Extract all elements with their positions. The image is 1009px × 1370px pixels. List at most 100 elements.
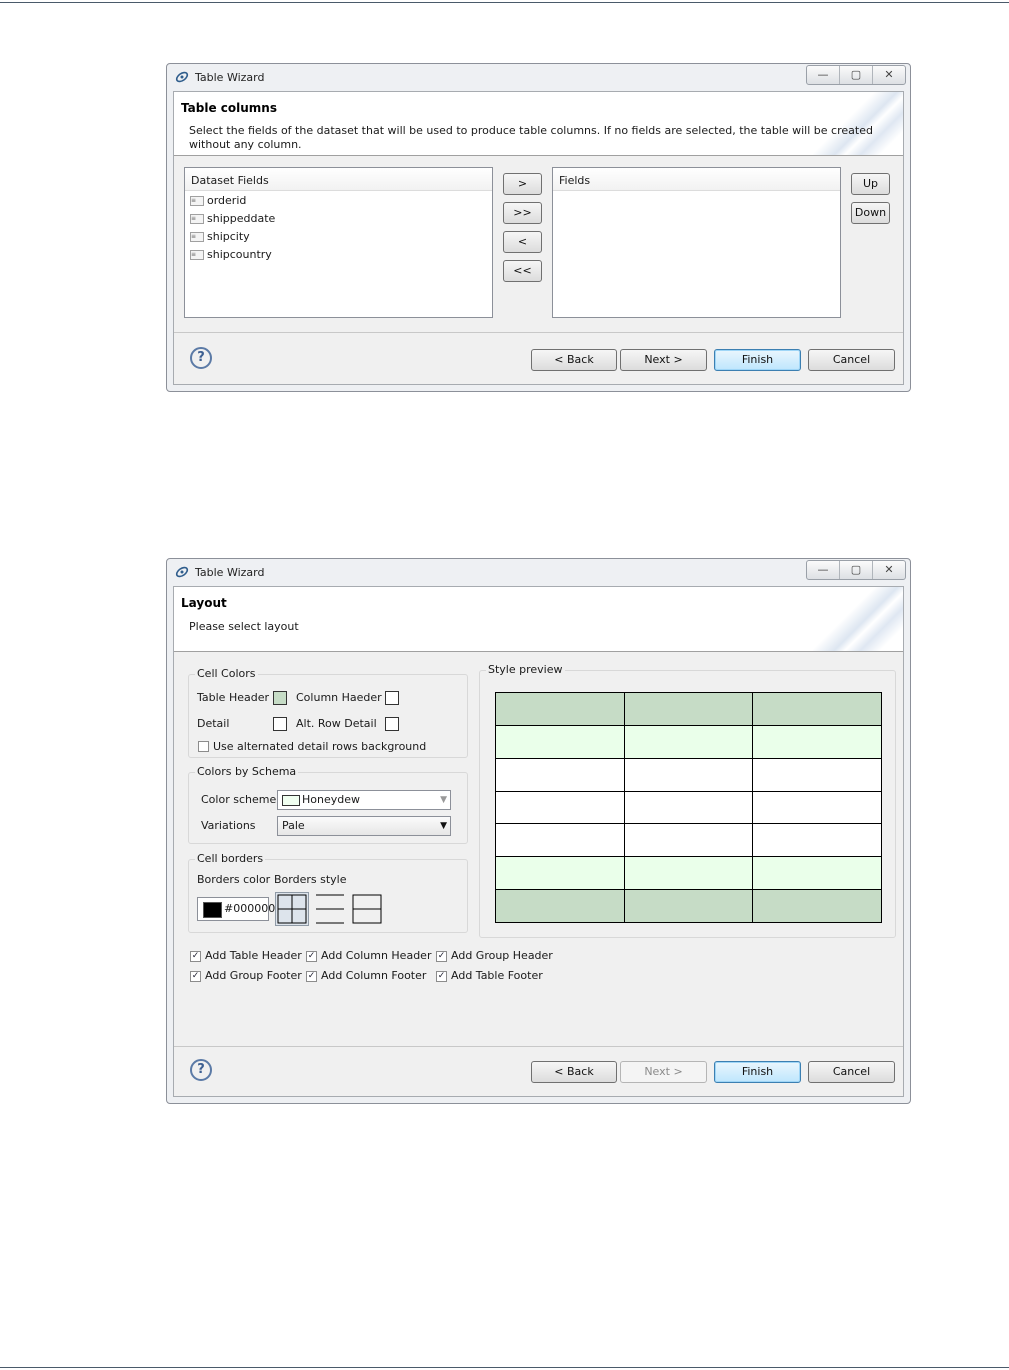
preview-row-header [495,692,882,726]
add-group-header-label: Add Group Header [451,949,553,962]
preview-cell [752,724,882,759]
title-bar: Table Wizard — ▢ ✕ [167,64,910,90]
app-logo-icon [175,566,189,578]
column-header-label: Column Haeder [296,691,382,704]
footer-separator [174,332,903,333]
style-preview-table [495,692,882,923]
page-top-rule [0,2,1009,3]
column-header-color-swatch[interactable] [385,691,399,705]
back-button[interactable]: < Back [531,1061,617,1083]
finish-button[interactable]: Finish [714,1061,801,1083]
detail-color-swatch[interactable] [273,717,287,731]
preview-cell [623,889,754,923]
cell-colors-group: Cell Colors Table Header Column Haeder D… [188,667,468,758]
page-description: Please select layout [189,620,299,633]
window-controls: — ▢ ✕ [806,560,906,580]
chevron-down-icon: ▼ [440,821,447,831]
maximize-icon[interactable]: ▢ [840,561,873,579]
preview-cell [495,724,625,759]
borders-color-picker[interactable]: #000000 [197,897,275,921]
table-wizard-dialog-layout: Table Wizard — ▢ ✕ Layout Please select … [166,558,911,1104]
minimize-icon[interactable]: — [807,561,840,579]
style-preview-group: Style preview [479,663,896,938]
add-field-button[interactable]: > [503,173,542,195]
field-icon: ≡ [190,250,204,260]
add-table-footer-label: Add Table Footer [451,969,543,982]
border-style-horizontal-button[interactable] [313,892,347,926]
preview-row-detail [495,790,882,825]
dialog-body: Table columns Select the fields of the d… [173,91,904,385]
remove-field-button[interactable]: < [503,231,542,253]
variations-select[interactable]: Pale ▼ [277,816,451,836]
preview-cell [752,856,882,891]
border-style-outer-button[interactable] [350,892,384,926]
field-label: orderid [207,194,247,207]
preview-cell [752,692,882,726]
use-alternated-checkbox[interactable] [198,741,209,752]
border-style-all-button[interactable] [275,892,309,926]
field-label: shipcountry [207,248,272,261]
selected-fields-list[interactable]: Fields [552,167,841,318]
fields-header: Fields [553,168,840,191]
border-color-value: #000000 [224,902,276,915]
preview-cell [495,889,625,923]
cancel-button[interactable]: Cancel [808,1061,895,1083]
list-item[interactable]: ≡ shipcity [185,228,492,246]
move-up-button[interactable]: Up [851,173,890,195]
list-item[interactable]: ≡ shippeddate [185,210,492,228]
borders-style-label: Borders style [274,873,347,886]
preview-cell [495,757,625,792]
cell-colors-legend: Cell Colors [195,667,258,680]
help-icon[interactable]: ? [190,347,212,369]
preview-row-alt [495,724,882,759]
variations-label: Variations [201,819,256,832]
alt-row-detail-color-swatch[interactable] [385,717,399,731]
help-icon[interactable]: ? [190,1059,212,1081]
close-icon[interactable]: ✕ [873,561,905,579]
window-title: Table Wizard [195,71,265,84]
dialog-body: Layout Please select layout Cell Colors … [173,586,904,1097]
add-column-footer-checkbox[interactable]: ✓ [306,971,317,982]
add-group-footer-checkbox[interactable]: ✓ [190,971,201,982]
dataset-fields-header: Dataset Fields [185,168,492,191]
page-description-line1: Select the fields of the dataset that wi… [189,124,873,137]
minimize-icon[interactable]: — [807,66,840,84]
window-title: Table Wizard [195,566,265,579]
add-all-fields-button[interactable]: >> [503,202,542,224]
maximize-icon[interactable]: ▢ [840,66,873,84]
colors-by-schema-legend: Colors by Schema [195,765,299,778]
color-scheme-label: Color scheme [201,793,277,806]
color-scheme-select[interactable]: Honeydew ▼ [277,790,451,810]
add-column-header-checkbox[interactable]: ✓ [306,951,317,962]
border-color-swatch [203,902,222,918]
add-table-header-checkbox[interactable]: ✓ [190,951,201,962]
alt-row-detail-label: Alt. Row Detail [296,717,377,730]
list-item[interactable]: ≡ shipcountry [185,246,492,264]
preview-row-header [495,889,882,923]
remove-all-fields-button[interactable]: << [503,260,542,282]
next-button[interactable]: Next > [620,1061,707,1083]
list-item[interactable]: ≡ orderid [185,192,492,210]
preview-cell [623,823,754,858]
preview-cell [623,692,754,726]
close-icon[interactable]: ✕ [873,66,905,84]
preview-cell [752,790,882,825]
dataset-fields-list[interactable]: Dataset Fields ≡ orderid ≡ shippeddate ≡ sh… [184,167,493,318]
preview-cell [495,856,625,891]
table-header-color-swatch[interactable] [273,691,287,705]
variations-value: Pale [282,819,305,832]
preview-row-alt [495,856,882,891]
move-down-button[interactable]: Down [851,202,890,224]
page-title: Table columns [181,101,277,115]
cancel-button[interactable]: Cancel [808,349,895,371]
preview-cell [623,790,754,825]
preview-row-detail [495,823,882,858]
next-button[interactable]: Next > [620,349,707,371]
back-button[interactable]: < Back [531,349,617,371]
page-bottom-rule [0,1367,1009,1368]
add-table-footer-checkbox[interactable]: ✓ [436,971,447,982]
add-group-header-checkbox[interactable]: ✓ [436,951,447,962]
preview-cell [752,823,882,858]
add-column-header-label: Add Column Header [321,949,432,962]
finish-button[interactable]: Finish [714,349,801,371]
